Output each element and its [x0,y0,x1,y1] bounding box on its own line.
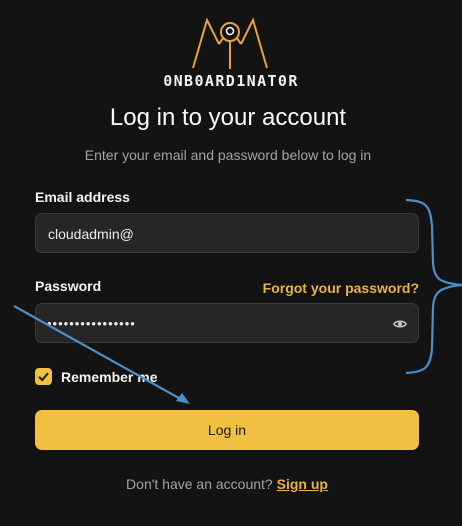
brand-name: 0NB0ARD1NAT0R [163,72,299,90]
signup-prompt-text: Don't have an account? [126,476,273,492]
login-page: 0NB0ARD1NAT0R Log in to your account Ent… [0,0,462,526]
onboardinator-logo-icon [192,17,268,69]
email-field[interactable]: cloudadmin@ [35,213,419,253]
password-label: Password [35,278,102,294]
annotation-arrowhead [176,393,190,404]
checkmark-icon [38,372,49,382]
password-field[interactable]: •••••••••••••••• [35,303,419,343]
email-value: cloudadmin@ [48,226,134,242]
login-button[interactable]: Log in [35,410,419,450]
signup-prompt: Don't have an account? Sign up [0,476,454,492]
page-subtitle: Enter your email and password below to l… [84,147,372,163]
remember-me-checkbox[interactable] [35,368,52,385]
eye-icon[interactable] [393,317,407,331]
password-value: •••••••••••••••• [47,316,136,331]
email-label: Email address [35,189,130,205]
signup-link[interactable]: Sign up [277,476,328,492]
remember-me-label[interactable]: Remember me [61,369,158,385]
forgot-password-link[interactable]: Forgot your password? [263,280,419,296]
page-title: Log in to your account [109,104,347,131]
